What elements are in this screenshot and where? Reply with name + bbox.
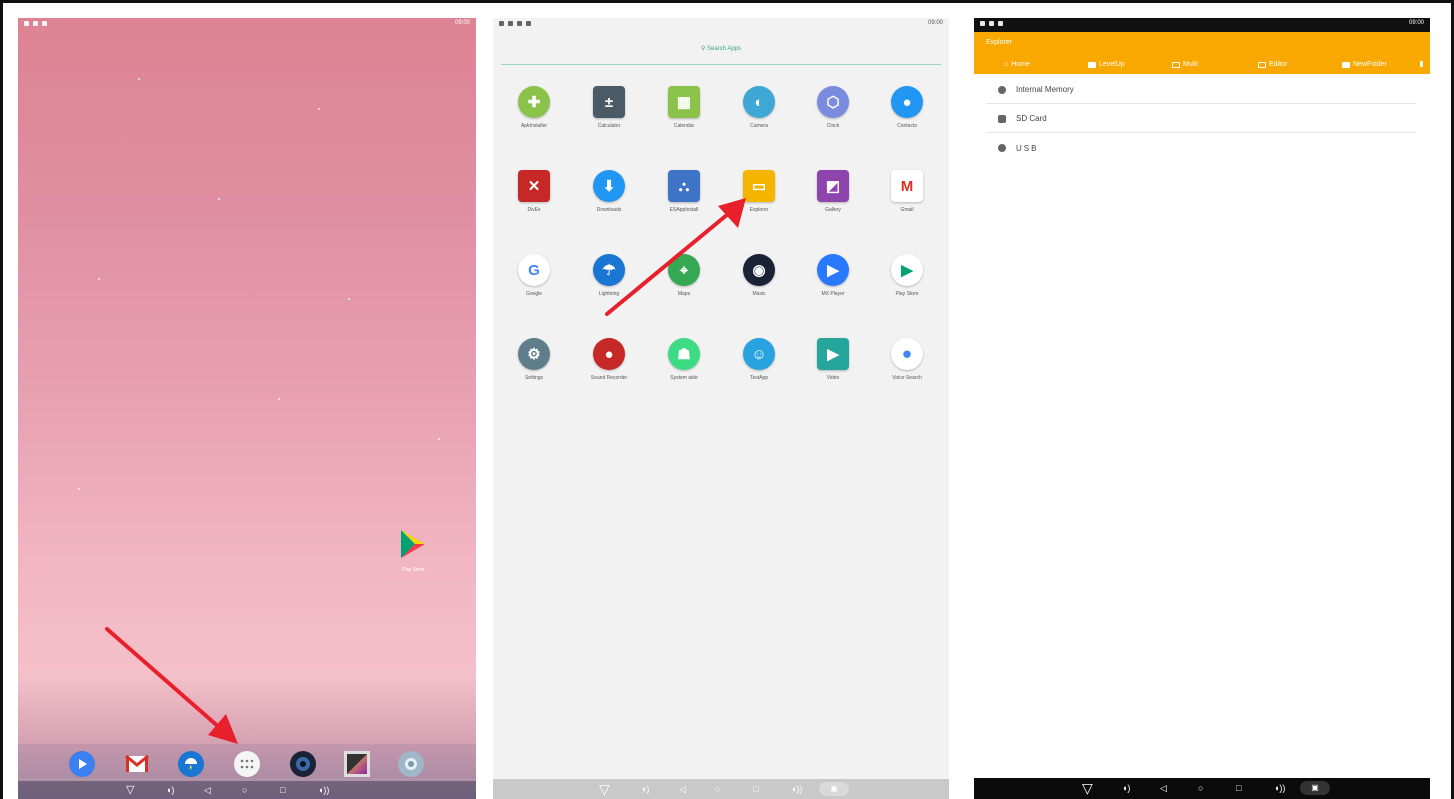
annotation-arrows (105, 198, 746, 744)
arrow-to-explorer (605, 198, 746, 316)
arrow-to-all-apps (105, 627, 238, 744)
